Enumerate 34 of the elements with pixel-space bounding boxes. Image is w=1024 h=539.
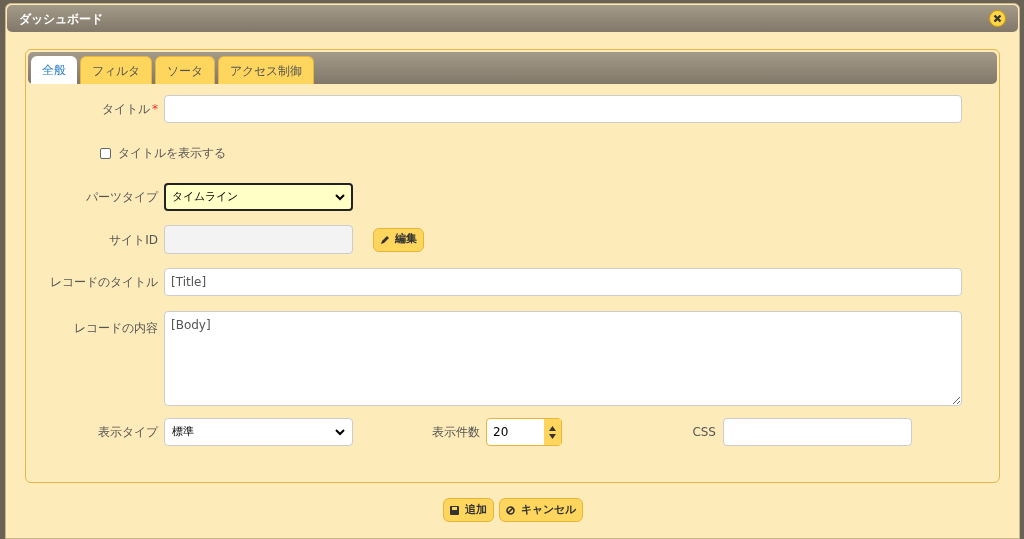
text-area[interactable]: [Body] [164,311,962,406]
up-arrow-icon [549,425,556,431]
checkbox-label: タイトルを表示する [118,145,226,162]
tab[interactable]: 全般 [31,56,77,84]
field-label: タイトル [102,101,150,118]
spin-buttons[interactable] [544,419,561,445]
cancel-button[interactable]: キャンセル [498,498,583,522]
required-mark: * [152,101,158,118]
input-field[interactable] [723,418,912,446]
field-label: 表示件数 [431,424,481,441]
tab[interactable]: ソータ [155,56,215,84]
window-title: ダッシュボード [19,10,103,28]
down-arrow-icon [549,433,556,439]
field-label: サイトID [108,231,159,249]
input-field[interactable]: [Title] [164,268,962,296]
pencil-icon [380,234,390,245]
checkbox[interactable] [100,147,111,159]
dropdown[interactable]: 標準 [164,418,353,446]
number-field[interactable]: 20 [486,418,562,446]
field-label: レコードの内容 [73,320,159,337]
field-label: 表示タイプ [97,424,160,441]
save-icon [449,505,459,515]
field-label: CSS [691,424,717,441]
field-label: パーツタイプ [85,189,160,206]
input-field[interactable] [164,95,962,123]
dropdown[interactable]: タイムライン [164,183,353,211]
chevron-icon [335,428,345,436]
field-label: レコードのタイトル [49,274,159,291]
add-button[interactable]: 追加 [442,498,494,522]
chevron-icon [335,193,345,201]
close-icon[interactable] [989,10,1006,27]
tab[interactable]: アクセス制御 [218,56,314,84]
ban-icon [505,505,515,515]
tab[interactable]: フィルタ [80,56,152,84]
